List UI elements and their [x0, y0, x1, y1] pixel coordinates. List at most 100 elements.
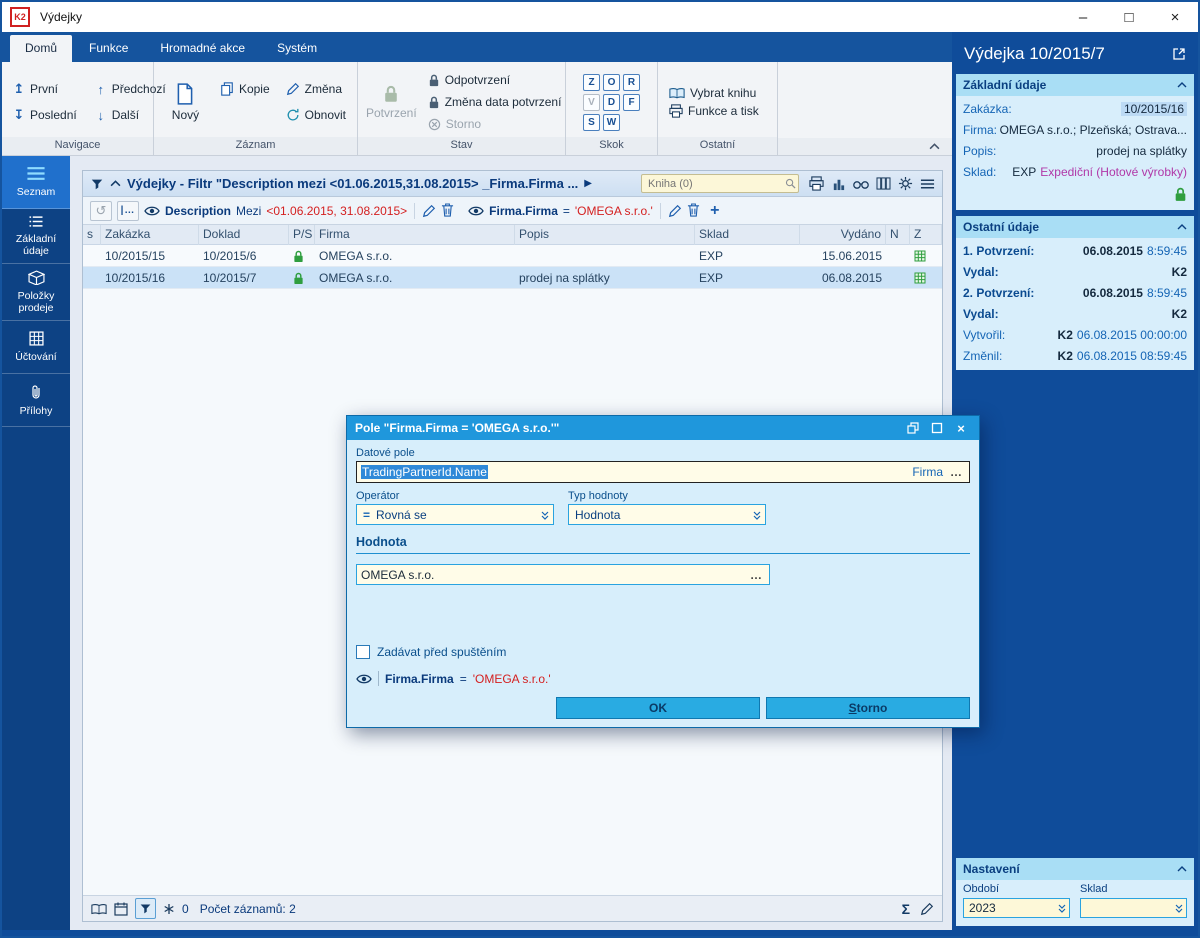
sidebar-item-zakladni-udaje[interactable]: Základní údaje	[2, 209, 70, 264]
section-header-nastaveni[interactable]: Nastavení	[956, 858, 1194, 880]
column-header-doklad[interactable]: Doklad	[199, 225, 289, 245]
calendar-icon[interactable]	[114, 902, 128, 916]
open-external-icon[interactable]	[1172, 47, 1186, 61]
jump-button-z[interactable]: Z	[583, 74, 600, 91]
column-header-popis[interactable]: Popis	[515, 225, 695, 245]
tab-funkce[interactable]: Funkce	[74, 35, 143, 62]
first-button[interactable]: ↥ První	[10, 77, 80, 101]
dialog-maximize-icon[interactable]	[927, 420, 947, 437]
column-header-z[interactable]: Z	[910, 225, 942, 245]
group-name-navigace: Navigace	[2, 137, 153, 155]
ok-button[interactable]: OK	[556, 697, 760, 719]
prompt-before-run-label: Zadávat před spuštěním	[377, 645, 506, 659]
dialog-restore-icon[interactable]	[903, 420, 923, 437]
edit-condition-2-icon[interactable]	[668, 204, 682, 218]
menu-icon[interactable]	[920, 178, 935, 190]
column-header-n[interactable]: N	[886, 225, 910, 245]
snowflake-icon[interactable]	[163, 903, 175, 915]
last-button[interactable]: ↧ Poslední	[10, 103, 80, 127]
column-header-ps[interactable]: P/S	[289, 225, 315, 245]
refresh-button[interactable]: Obnovit	[283, 103, 349, 127]
sidebar-item-prilohy[interactable]: Přílohy	[2, 374, 70, 427]
tab-system[interactable]: Systém	[262, 35, 332, 62]
column-header-sklad[interactable]: Sklad	[695, 225, 800, 245]
columns-icon[interactable]	[876, 177, 891, 190]
filter-active-toggle[interactable]	[135, 898, 156, 919]
confirm-button[interactable]: Potvrzení	[366, 67, 417, 137]
cell-popis: prodej na splátky	[515, 267, 695, 289]
section-header-zakladni[interactable]: Základní údaje	[956, 74, 1194, 96]
field-list-button[interactable]: |…	[117, 201, 139, 221]
maximize-button[interactable]: □	[1106, 2, 1152, 32]
sidebar-item-uctovani[interactable]: Účtování	[2, 321, 70, 374]
sidebar-item-seznam[interactable]: Seznam	[2, 156, 70, 209]
select-book-button[interactable]: Vybrat knihu	[666, 86, 762, 100]
operator-select[interactable]: = Rovná se	[356, 504, 554, 525]
delete-condition-1-icon[interactable]	[441, 203, 454, 218]
binoculars-icon[interactable]	[853, 178, 869, 190]
lock-icon-green	[289, 267, 315, 289]
tab-hromadne-akce[interactable]: Hromadné akce	[145, 35, 260, 62]
value-input[interactable]: OMEGA s.r.o. …	[356, 564, 770, 585]
column-header-zakazka[interactable]: Zakázka	[101, 225, 199, 245]
edit-condition-1-icon[interactable]	[422, 204, 436, 218]
sklad-select[interactable]	[1080, 898, 1187, 918]
table-row-selected[interactable]: 10/2015/16 10/2015/7 OMEGA s.r.o. prodej…	[83, 267, 942, 289]
minimize-button[interactable]: –	[1060, 2, 1106, 32]
ribbon-collapse-icon[interactable]	[929, 143, 940, 150]
storno-button[interactable]: Storno	[766, 697, 970, 719]
storno-button[interactable]: Storno	[425, 115, 565, 134]
prompt-before-run-checkbox[interactable]	[356, 645, 370, 659]
data-field-input[interactable]: TradingPartnerId.Name Firma …	[356, 461, 970, 483]
jump-button-r[interactable]: R	[623, 74, 640, 91]
functions-print-button[interactable]: Funkce a tisk	[666, 104, 762, 118]
browse-ellipsis-button[interactable]: …	[948, 465, 965, 479]
edit-pencil-icon[interactable]	[920, 902, 934, 916]
new-record-button[interactable]: Nový	[162, 67, 209, 137]
value-ellipsis-button[interactable]: …	[748, 568, 765, 582]
add-condition-button[interactable]: +	[705, 201, 725, 221]
jump-button-w[interactable]: W	[603, 114, 620, 131]
undo-button[interactable]: ↺	[90, 201, 112, 221]
jump-button-v[interactable]: V	[583, 94, 600, 111]
tab-domu[interactable]: Domů	[10, 35, 72, 62]
cancel-circle-icon	[428, 118, 441, 131]
section-header-ostatni[interactable]: Ostatní údaje	[956, 216, 1194, 238]
sum-icon[interactable]: Σ	[902, 901, 910, 917]
value-type-select[interactable]: Hodnota	[568, 504, 766, 525]
column-header-vydano[interactable]: Vydáno	[800, 225, 886, 245]
kniha-input[interactable]	[641, 174, 799, 193]
sidebar-item-polozky-prodeje[interactable]: Položky prodeje	[2, 264, 70, 321]
chevron-down-icon	[752, 510, 762, 520]
chart-icon[interactable]	[831, 176, 846, 191]
gear-icon[interactable]	[898, 176, 913, 191]
edit-button[interactable]: Změna	[283, 77, 349, 101]
jump-button-o[interactable]: O	[603, 74, 620, 91]
column-header-firma[interactable]: Firma	[315, 225, 515, 245]
obdobi-select[interactable]: 2023	[963, 898, 1070, 918]
delete-condition-2-icon[interactable]	[687, 203, 700, 218]
copy-button[interactable]: Kopie	[217, 77, 273, 101]
unconfirm-button[interactable]: Odpotvrzení	[425, 71, 565, 90]
eye-icon	[356, 673, 372, 685]
column-header-s[interactable]: s	[83, 225, 101, 245]
filter-funnel-icon[interactable]	[90, 177, 104, 191]
print-icon[interactable]	[809, 176, 824, 191]
section-title: Nastavení	[963, 862, 1020, 876]
collapse-chevron-icon[interactable]	[110, 180, 121, 187]
select-book-label: Vybrat knihu	[690, 86, 756, 100]
pages-icon[interactable]	[91, 903, 107, 915]
expand-play-icon[interactable]: ▶	[584, 178, 592, 189]
operator-label: Operátor	[356, 490, 554, 502]
close-button[interactable]: ×	[1152, 2, 1198, 32]
condition-2-field: Firma.Firma	[489, 204, 558, 218]
jump-button-f[interactable]: F	[623, 94, 640, 111]
jump-button-s[interactable]: S	[583, 114, 600, 131]
eye-icon-2[interactable]	[468, 205, 484, 217]
table-row[interactable]: 10/2015/15 10/2015/6 OMEGA s.r.o. EXP 15…	[83, 245, 942, 267]
eye-icon-1[interactable]	[144, 205, 160, 217]
green-grid-icon	[910, 245, 942, 267]
change-confirm-date-button[interactable]: Změna data potvrzení	[425, 93, 565, 112]
jump-button-d[interactable]: D	[603, 94, 620, 111]
dialog-close-icon[interactable]: ×	[951, 420, 971, 437]
